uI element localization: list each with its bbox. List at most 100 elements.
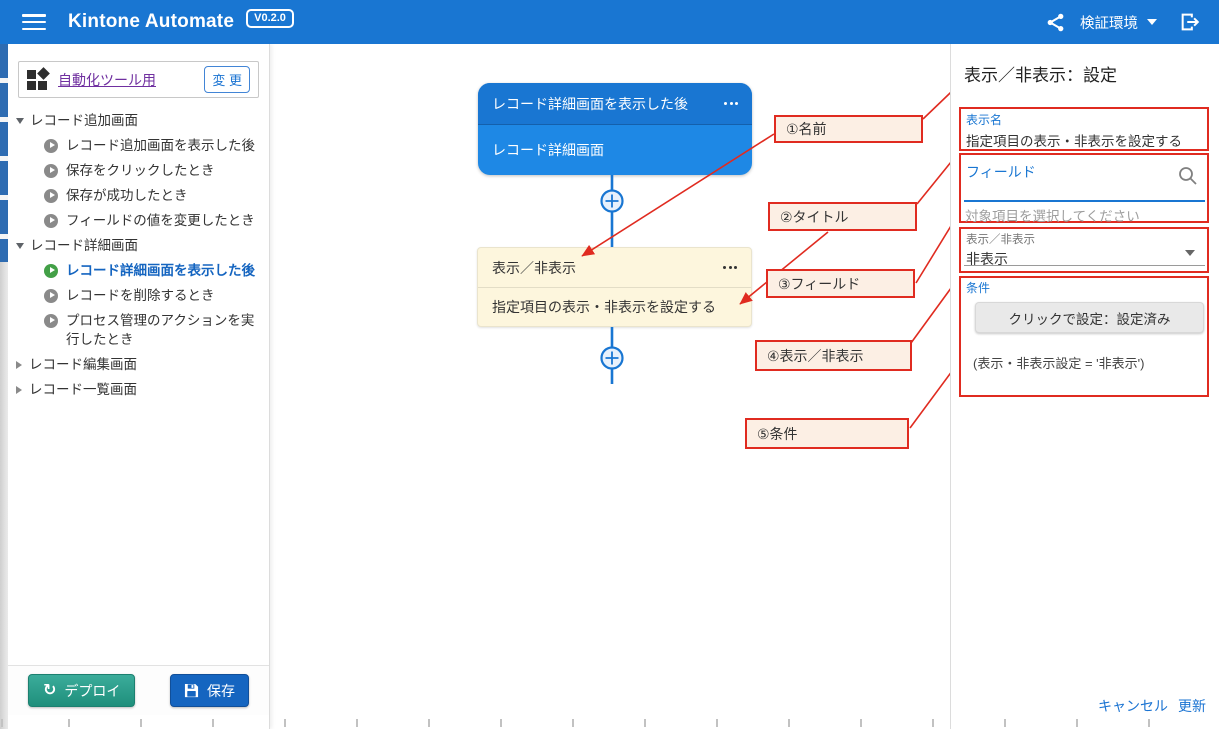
- tree-item-label: 保存が成功したとき: [66, 186, 188, 205]
- left-strip-segments: [0, 44, 8, 262]
- annotation-box-title: ②タイトル: [768, 202, 917, 231]
- field-select-region: フィールド 対象項目を選択してください: [959, 153, 1209, 223]
- display-name-region: 表示名 指定項目の表示・非表示を設定する: [959, 107, 1209, 151]
- node-menu-icon[interactable]: [724, 98, 738, 109]
- display-name-value[interactable]: 指定項目の表示・非表示を設定する: [966, 130, 1207, 150]
- deploy-button[interactable]: ↻ デプロイ: [28, 674, 135, 707]
- event-tree: レコード追加画面 レコード追加画面を表示した後 保存をクリックしたとき 保存が成…: [8, 108, 269, 402]
- caret-down-icon[interactable]: [1185, 250, 1195, 256]
- play-circle-icon: [44, 314, 58, 328]
- tree-item-label: 保存をクリックしたとき: [66, 161, 215, 180]
- visibility-underline: [964, 265, 1205, 266]
- add-step-button[interactable]: [602, 191, 623, 212]
- play-circle-icon: [44, 164, 58, 178]
- tree-item-on-record-delete[interactable]: レコードを削除するとき: [44, 283, 269, 308]
- play-circle-icon: [44, 289, 58, 303]
- visibility-select-region[interactable]: 表示／非表示 非表示: [959, 227, 1209, 273]
- tree-group-label: レコード詳細画面: [30, 237, 138, 254]
- annotation-box-visibility: ④表示／非表示: [755, 340, 912, 371]
- version-badge: V0.2.0: [246, 9, 294, 28]
- left-edge-strip: [0, 44, 8, 729]
- left-strip-lower: [0, 262, 8, 729]
- action-node-subtitle: 指定項目の表示・非表示を設定する: [478, 288, 751, 326]
- sidebar-footer: ↻ デプロイ 保存: [8, 665, 269, 715]
- triangle-right-icon: [16, 386, 22, 394]
- cancel-link[interactable]: キャンセル: [1098, 696, 1168, 716]
- annotation-label: ②タイトル: [780, 207, 849, 227]
- save-label: 保存: [207, 681, 235, 701]
- tree-item-after-show-add-screen[interactable]: レコード追加画面を表示した後: [44, 133, 269, 158]
- condition-label: 条件: [966, 281, 990, 296]
- visibility-value[interactable]: 非表示: [966, 249, 1207, 269]
- visibility-label: 表示／非表示: [966, 233, 1207, 247]
- trigger-node[interactable]: レコード詳細画面を表示した後 レコード詳細画面: [478, 83, 752, 175]
- share-icon[interactable]: [1045, 12, 1066, 33]
- condition-region: 条件 クリックで設定：設定済み (表示・非表示設定 = '非表示'): [959, 276, 1209, 397]
- tree-item-on-process-action[interactable]: プロセス管理のアクションを実行したとき: [44, 308, 269, 352]
- display-name-label: 表示名: [966, 113, 1207, 128]
- logout-icon[interactable]: [1179, 11, 1201, 33]
- update-link[interactable]: 更新: [1178, 696, 1206, 716]
- menu-icon[interactable]: [22, 14, 46, 30]
- annotation-label: ④表示／非表示: [767, 346, 864, 366]
- play-circle-icon-green: [44, 264, 58, 278]
- trigger-node-title: レコード詳細画面を表示した後: [492, 94, 688, 114]
- tree-item-label: フィールドの値を変更したとき: [66, 211, 255, 230]
- tree-item-on-save-success[interactable]: 保存が成功したとき: [44, 183, 269, 208]
- app-selector-box: 自動化ツール用 変 更: [18, 61, 259, 98]
- tree-item-on-field-change[interactable]: フィールドの値を変更したとき: [44, 208, 269, 233]
- annotation-box-name: ①名前: [774, 115, 923, 143]
- play-circle-icon: [44, 214, 58, 228]
- environment-selector[interactable]: 検証環境: [1080, 12, 1157, 33]
- change-app-button[interactable]: 変 更: [204, 66, 250, 93]
- chevron-down-icon: [1147, 19, 1157, 25]
- tree-group-record-list-screen[interactable]: レコード一覧画面: [8, 377, 269, 402]
- tree-item-on-save-click[interactable]: 保存をクリックしたとき: [44, 158, 269, 183]
- tree-item-label: レコード詳細画面を表示した後: [66, 261, 255, 280]
- floppy-icon: [184, 683, 199, 698]
- field-search-input[interactable]: [966, 179, 1166, 199]
- app-root: Kintone Automate V0.2.0 検証環境 自動化ツール用: [0, 0, 1219, 729]
- tree-group-label: レコード編集画面: [29, 356, 137, 373]
- triangle-right-icon: [16, 361, 22, 369]
- tree-item-label: レコード追加画面を表示した後: [66, 136, 255, 155]
- annotation-box-condition: ⑤条件: [745, 418, 909, 449]
- save-button[interactable]: 保存: [170, 674, 249, 707]
- tree-item-label: レコードを削除するとき: [66, 286, 215, 305]
- trigger-node-subtitle: レコード詳細画面: [478, 125, 752, 174]
- sync-icon: ↻: [43, 683, 56, 699]
- condition-setting-button[interactable]: クリックで設定：設定済み: [975, 302, 1204, 333]
- trigger-node-header: レコード詳細画面を表示した後: [478, 83, 752, 125]
- environment-label: 検証環境: [1080, 12, 1138, 33]
- panel-title: 表示／非表示：設定: [964, 61, 1117, 86]
- annotation-box-field: ③フィールド: [766, 269, 915, 298]
- action-node-header: 表示／非表示: [478, 248, 751, 288]
- tree-group-label: レコード一覧画面: [29, 381, 137, 398]
- play-circle-icon: [44, 189, 58, 203]
- search-icon[interactable]: [1177, 165, 1199, 187]
- app-icon: [27, 69, 48, 90]
- action-node[interactable]: 表示／非表示 指定項目の表示・非表示を設定する: [477, 247, 752, 327]
- app-title: Kintone Automate: [68, 11, 234, 33]
- annotation-label: ①名前: [786, 119, 827, 139]
- triangle-down-icon: [16, 118, 24, 124]
- tree-group-label: レコード追加画面: [30, 112, 138, 129]
- field-input-underline: [964, 200, 1205, 202]
- play-circle-icon: [44, 139, 58, 153]
- node-menu-icon[interactable]: [723, 262, 737, 273]
- settings-panel: 表示／非表示：設定 表示名 指定項目の表示・非表示を設定する フィールド 対象項…: [950, 44, 1219, 729]
- annotation-label: ⑤条件: [757, 424, 798, 444]
- tree-group-record-detail-screen[interactable]: レコード詳細画面: [8, 233, 269, 258]
- tree-group-record-add-screen[interactable]: レコード追加画面: [8, 108, 269, 133]
- deploy-label: デプロイ: [64, 681, 120, 701]
- app-name-link[interactable]: 自動化ツール用: [58, 70, 156, 90]
- action-node-title: 表示／非表示: [492, 258, 576, 278]
- triangle-down-icon: [16, 243, 24, 249]
- add-step-button[interactable]: [602, 348, 623, 369]
- condition-expression: (表示・非表示設定 = '非表示'): [973, 353, 1144, 372]
- app-header: Kintone Automate V0.2.0 検証環境: [0, 0, 1219, 44]
- tree-group-record-edit-screen[interactable]: レコード編集画面: [8, 352, 269, 377]
- sidebar: 自動化ツール用 変 更 レコード追加画面 レコード追加画面を表示した後 保存をク…: [8, 44, 270, 729]
- tree-item-after-show-detail-screen[interactable]: レコード詳細画面を表示した後: [44, 258, 269, 283]
- annotation-label: ③フィールド: [778, 274, 860, 294]
